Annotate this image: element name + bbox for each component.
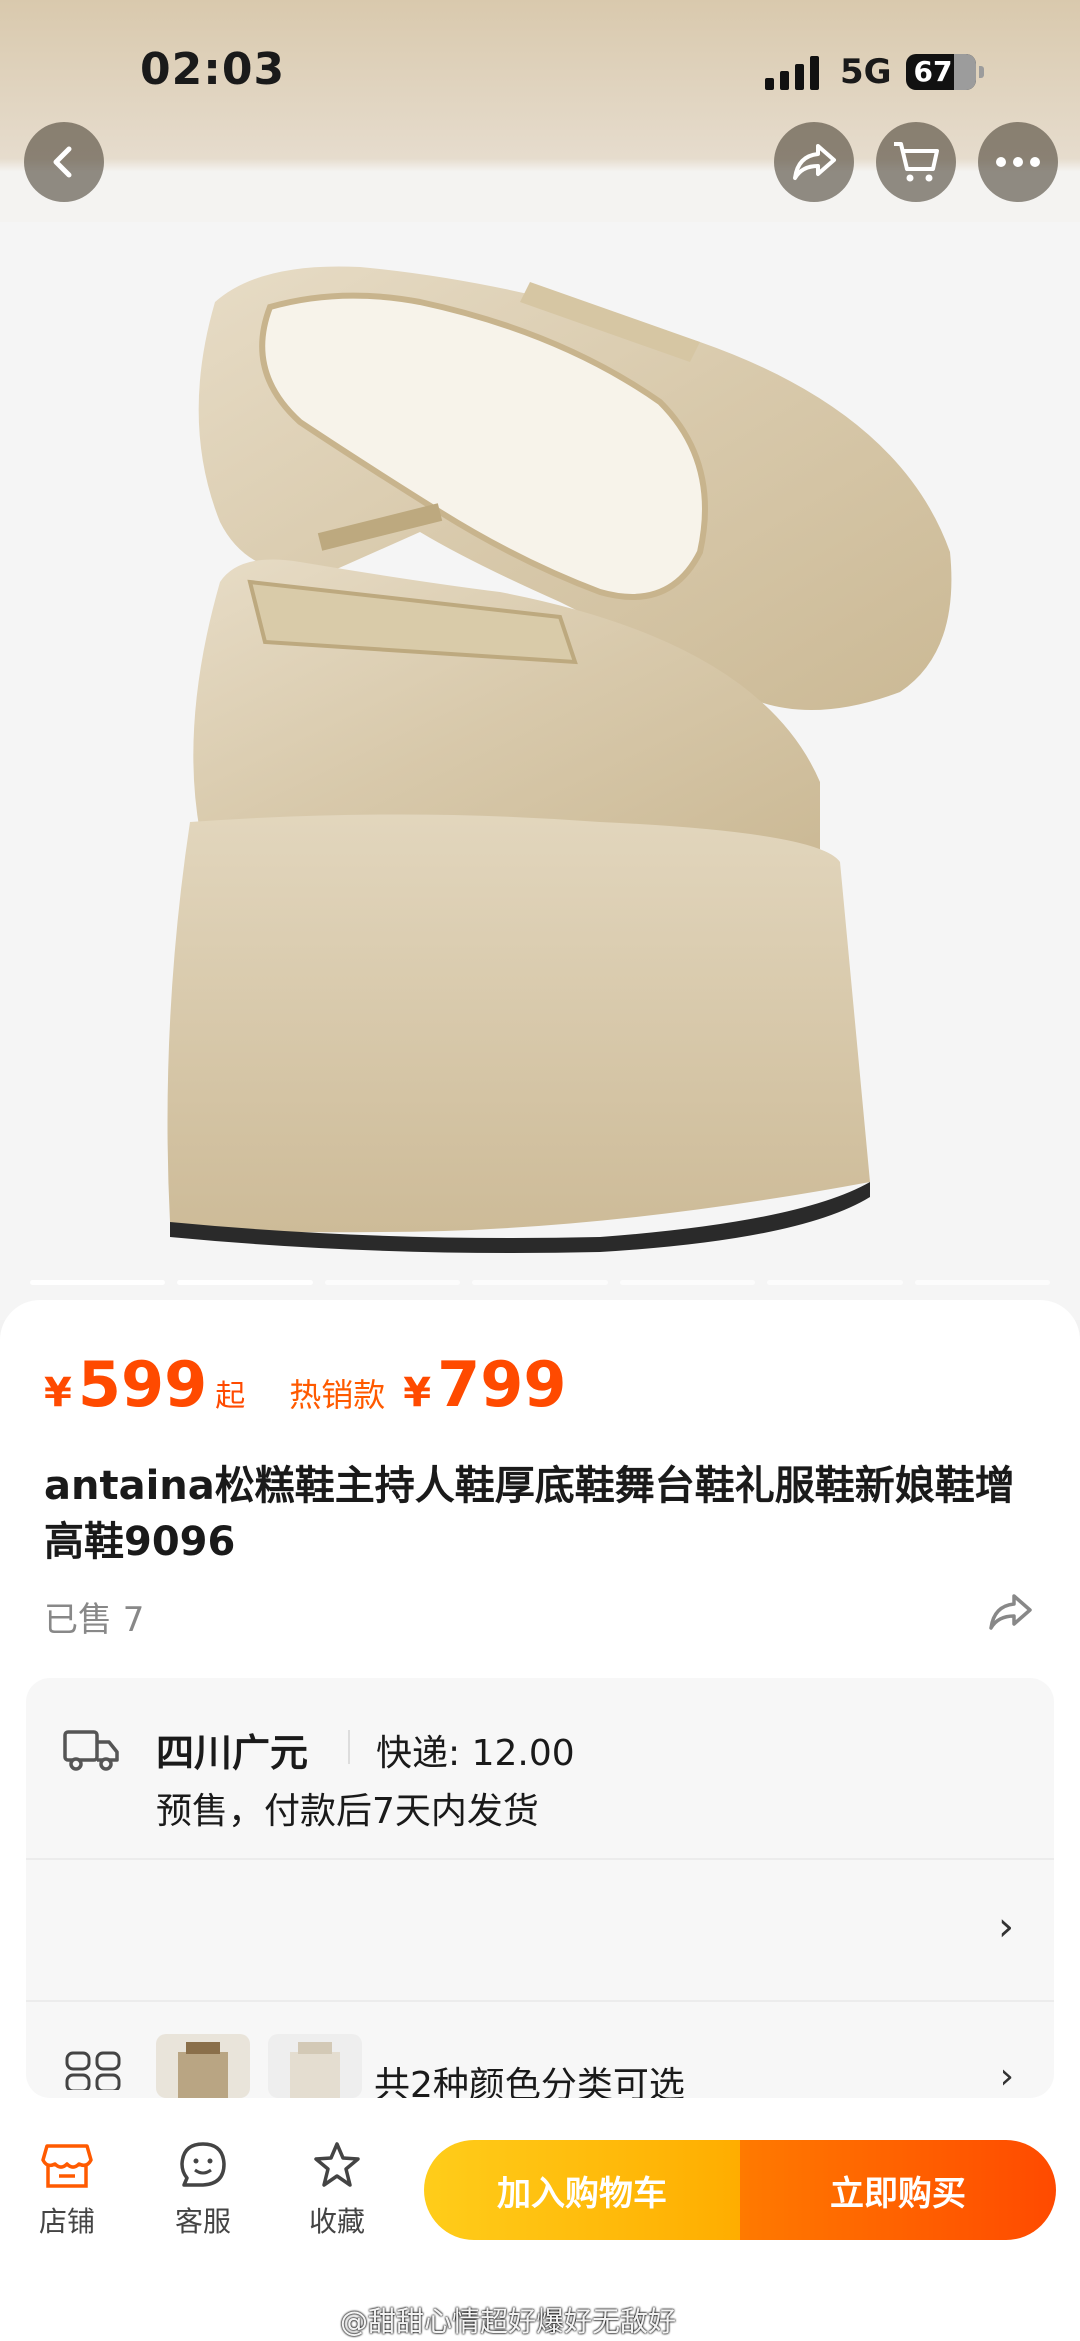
chevron-left-icon	[53, 146, 72, 178]
add-to-cart-button[interactable]: 加入购物车	[424, 2140, 740, 2240]
share-icon	[793, 144, 836, 180]
cart-icon	[894, 142, 939, 182]
chat-face-icon	[180, 2142, 226, 2187]
gallery-pagination	[30, 1280, 1050, 1286]
color-thumbnail[interactable]	[156, 2034, 250, 2098]
product-photo[interactable]	[0, 222, 1080, 1320]
color-options-text: 共2种颜色分类可选	[374, 2065, 685, 2098]
price-currency: ¥	[44, 1370, 72, 1416]
star-icon	[314, 2142, 360, 2187]
signal-icon	[765, 56, 821, 90]
cart-button[interactable]	[876, 122, 956, 202]
bottom-action-bar: 店铺 客服 收藏 加入购物车 立即购买 @甜甜心情超好爆好无敌好	[0, 2118, 1080, 2341]
shop-label: 店铺	[38, 2205, 95, 2238]
page-indicator	[619, 1280, 756, 1285]
page-indicator	[30, 1280, 166, 1285]
color-options-row[interactable]: 共2种颜色分类可选 ›	[26, 2002, 1054, 2098]
page-indicator	[177, 1280, 313, 1285]
chevron-right-icon: ›	[998, 1904, 1014, 1950]
page-indicator	[324, 1280, 461, 1285]
hot-price-value: 799	[437, 1348, 567, 1421]
shipping-fee: 快递: 12.00	[376, 1733, 575, 1774]
page-indicator	[472, 1280, 608, 1285]
product-title: antaina松糕鞋主持人鞋厚底鞋舞台鞋礼服鞋新娘鞋增高鞋9096	[44, 1463, 1015, 1565]
watermark-text: @甜甜心情超好爆好无敌好	[340, 2305, 677, 2338]
sold-count: 已售 7	[44, 1600, 145, 1640]
hot-label: 热销款	[289, 1376, 386, 1414]
share-button[interactable]	[774, 122, 854, 202]
more-dots-icon	[996, 157, 1040, 167]
favorite-label: 收藏	[308, 2205, 365, 2238]
presale-note: 预售，付款后7天内发货	[156, 1791, 539, 1832]
chevron-right-icon: ›	[999, 2056, 1014, 2097]
grid-icon	[65, 2051, 121, 2090]
status-time: 02:03	[140, 44, 286, 95]
customer-service-tab[interactable]: 客服	[148, 2140, 258, 2240]
store-icon	[41, 2144, 93, 2188]
truck-icon	[63, 1730, 119, 1771]
favorite-tab[interactable]: 收藏	[282, 2140, 392, 2240]
network-type: 5G	[840, 52, 892, 92]
hot-price-currency: ¥	[403, 1370, 432, 1416]
battery-icon: 67	[906, 54, 984, 90]
divider	[348, 1730, 350, 1764]
service-row[interactable]: ›	[26, 1860, 1054, 2000]
more-button[interactable]	[978, 122, 1058, 202]
shipping-options-card: 四川广元 快递: 12.00 预售，付款后7天内发货 › 共2种颜色分类可选 ›	[26, 1678, 1054, 2098]
battery-level: 67	[913, 55, 953, 88]
customer-service-label: 客服	[174, 2205, 231, 2238]
back-button[interactable]	[24, 122, 104, 202]
color-thumbnail[interactable]	[268, 2034, 362, 2098]
page-indicator	[914, 1280, 1050, 1285]
price-value: 599	[77, 1348, 208, 1421]
ship-origin: 四川广元	[156, 1731, 309, 1775]
price-row: ¥ 599 起 热销款 ¥ 799	[44, 1348, 567, 1428]
glitter-platform-shoes-image	[167, 266, 952, 1253]
shop-tab[interactable]: 店铺	[12, 2140, 122, 2240]
buy-now-button[interactable]: 立即购买	[740, 2140, 1056, 2240]
product-image-gallery[interactable]: 02:03 5G 67	[0, 0, 1080, 1320]
page-indicator	[767, 1280, 903, 1285]
price-suffix: 起	[215, 1379, 246, 1414]
share-icon[interactable]	[986, 1590, 1036, 1634]
